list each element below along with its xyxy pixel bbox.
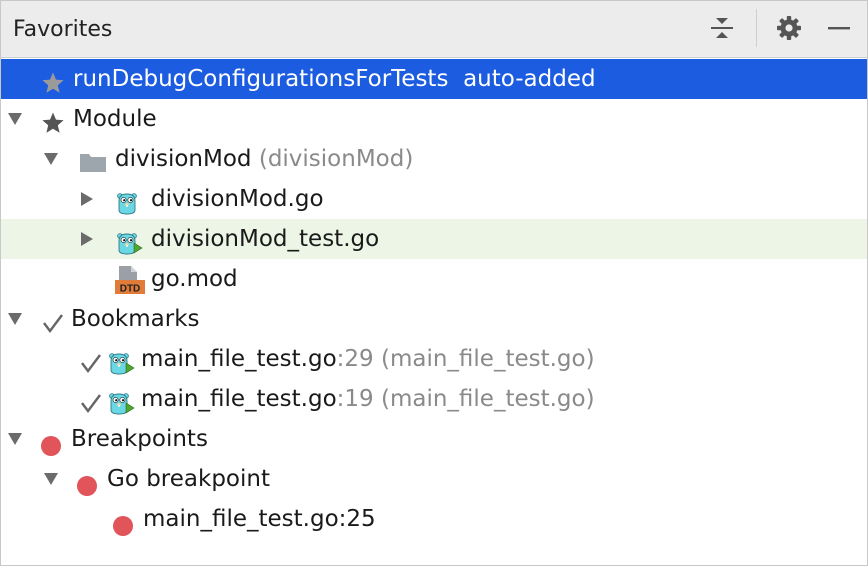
checkmark-icon: [79, 348, 103, 373]
go-test-file-icon: [115, 228, 143, 255]
collapsed-arrow-icon[interactable]: [79, 179, 95, 219]
expand-arrow-icon[interactable]: [43, 459, 59, 499]
collapse-all-icon[interactable]: [707, 13, 737, 43]
tree-row-bookmark[interactable]: main_file_test.go:29 (main_file_test.go): [1, 339, 867, 379]
expand-arrow-icon[interactable]: [7, 99, 23, 139]
tree-row-breakpoint[interactable]: main_file_test.go:25: [1, 499, 867, 539]
panel-title: Favorites: [13, 17, 113, 42]
tree-row-file[interactable]: divisionMod.go: [1, 179, 867, 219]
expand-arrow-icon[interactable]: [43, 139, 59, 179]
tree-row-module[interactable]: Module: [1, 99, 867, 139]
bookmark-line: :19: [336, 386, 374, 412]
file-name: divisionMod_test.go: [151, 226, 380, 252]
breakpoints-label: Breakpoints: [71, 426, 208, 452]
breakpoint-icon: [113, 509, 137, 536]
go-test-file-icon: [107, 348, 135, 375]
file-name: divisionMod.go: [151, 186, 324, 212]
tree-row-file[interactable]: divisionMod_test.go: [1, 219, 867, 259]
breakpoint-group-label: Go breakpoint: [107, 466, 270, 492]
gear-icon[interactable]: [774, 13, 804, 43]
breakpoint-icon: [41, 429, 65, 456]
module-label: Module: [73, 106, 157, 132]
tree-row-bookmark[interactable]: main_file_test.go:19 (main_file_test.go): [1, 379, 867, 419]
bookmarks-label: Bookmarks: [71, 306, 200, 332]
minimize-icon[interactable]: [824, 13, 854, 43]
collapsed-arrow-icon[interactable]: [79, 219, 95, 259]
bookmark-file: main_file_test.go: [141, 346, 337, 372]
tree-row-breakpoints[interactable]: Breakpoints: [1, 419, 867, 459]
dtd-badge: DTD: [120, 284, 141, 295]
panel-header: Favorites: [1, 1, 867, 58]
folder-icon: [79, 148, 106, 172]
checkmark-icon: [79, 388, 103, 413]
bookmark-detail: (main_file_test.go): [380, 346, 595, 372]
run-config-name: runDebugConfigurationsForTests: [73, 66, 449, 92]
tree-row-bookmarks[interactable]: Bookmarks: [1, 299, 867, 339]
tree-row-folder[interactable]: divisionMod (divisionMod): [1, 139, 867, 179]
checkmark-icon: [41, 308, 65, 333]
star-icon: [41, 68, 65, 93]
bookmark-detail: (main_file_test.go): [380, 386, 595, 412]
tree-row-file[interactable]: DTD go.mod: [1, 259, 867, 299]
dtd-file-icon: DTD: [115, 264, 147, 296]
tree-row-run-configuration[interactable]: runDebugConfigurationsForTests auto-adde…: [1, 59, 867, 99]
favorites-panel: Favorites runDebugConfigurationsForTests…: [0, 0, 868, 566]
expand-arrow-icon[interactable]: [7, 299, 23, 339]
bookmark-line: :29: [336, 346, 374, 372]
folder-detail: (divisionMod): [258, 146, 414, 172]
run-config-suffix: auto-added: [463, 66, 596, 92]
tree-row-breakpoint-group[interactable]: Go breakpoint: [1, 459, 867, 499]
file-name: go.mod: [151, 266, 238, 292]
bookmark-file: main_file_test.go: [141, 386, 337, 412]
go-test-file-icon: [107, 388, 135, 415]
star-icon: [41, 108, 65, 133]
breakpoint-icon: [77, 469, 101, 496]
folder-name: divisionMod: [115, 146, 252, 172]
header-divider: [756, 9, 757, 47]
breakpoint-item-label: main_file_test.go:25: [143, 506, 376, 532]
expand-arrow-icon[interactable]: [7, 419, 23, 459]
go-file-icon: [115, 188, 139, 212]
